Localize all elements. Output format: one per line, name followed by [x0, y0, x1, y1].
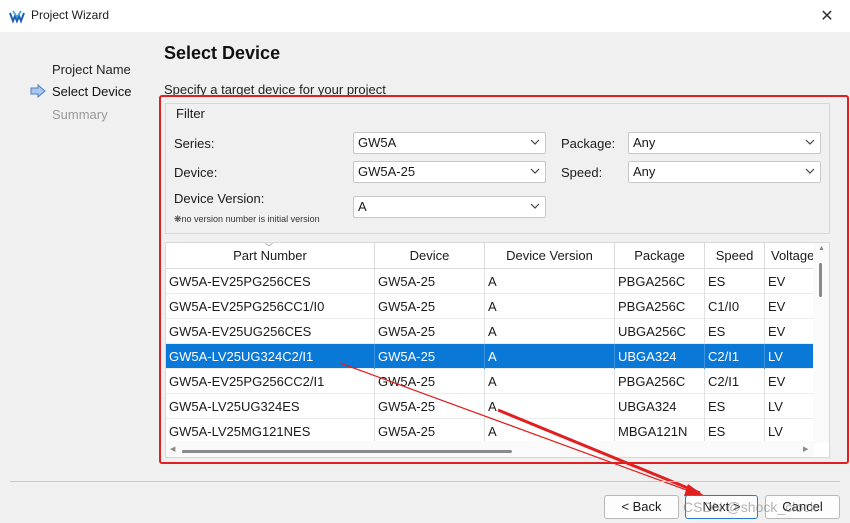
page-subtitle: Specify a target device for your project	[164, 82, 386, 97]
gowin-logo-icon	[9, 10, 25, 24]
table-row[interactable]: GW5A-EV25PG256CC1/I0 GW5A-25 A PBGA256C …	[166, 294, 814, 319]
package-label: Package:	[561, 136, 616, 151]
cell-package: PBGA256C	[615, 294, 705, 319]
cell-device-version: A	[485, 344, 615, 369]
cell-speed: C2/I1	[705, 344, 765, 369]
cell-device-version: A	[485, 294, 615, 319]
cell-speed: ES	[705, 319, 765, 344]
title-bar: Project Wizard ✕	[0, 0, 850, 32]
speed-select[interactable]: Any	[628, 161, 821, 183]
cell-device-version: A	[485, 369, 615, 394]
cell-speed: C1/I0	[705, 294, 765, 319]
package-select[interactable]: Any	[628, 132, 821, 154]
scroll-up-icon[interactable]: ▲	[818, 245, 825, 252]
cell-voltage: EV	[765, 269, 814, 294]
cell-device: GW5A-25	[375, 394, 485, 419]
column-header-package[interactable]: Package	[615, 243, 705, 269]
horizontal-scrollbar[interactable]: ◀ ▶	[166, 441, 814, 457]
cell-device: GW5A-25	[375, 294, 485, 319]
watermark: CSDN @shock_clock	[683, 499, 818, 515]
device-label: Device:	[174, 165, 218, 180]
chevron-down-icon	[805, 139, 815, 145]
step-select-device: Select Device	[52, 84, 132, 99]
cell-package: UBGA324	[615, 344, 705, 369]
device-select[interactable]: GW5A-25	[353, 161, 546, 183]
table-row[interactable]: GW5A-EV25PG256CC2/I1 GW5A-25 A PBGA256C …	[166, 369, 814, 394]
footer-divider	[10, 481, 840, 482]
cell-device: GW5A-25	[375, 269, 485, 294]
cell-voltage: EV	[765, 319, 814, 344]
step-project-name: Project Name	[52, 62, 131, 77]
cell-voltage: LV	[765, 344, 814, 369]
scroll-right-icon[interactable]: ▶	[803, 445, 808, 453]
table-row-selected[interactable]: GW5A-LV25UG324C2/I1 GW5A-25 A UBGA324 C2…	[166, 344, 814, 369]
filter-group: Filter Series: GW5A Package: Any Device:…	[165, 103, 830, 234]
column-header-speed[interactable]: Speed	[705, 243, 765, 269]
vertical-scroll-thumb[interactable]	[819, 263, 822, 297]
series-select[interactable]: GW5A	[353, 132, 546, 154]
cell-package: PBGA256C	[615, 369, 705, 394]
cell-voltage: EV	[765, 369, 814, 394]
table-row[interactable]: GW5A-LV25UG324ES GW5A-25 A UBGA324 ES LV	[166, 394, 814, 419]
page-title: Select Device	[164, 43, 281, 63]
device-version-select[interactable]: A	[353, 196, 546, 218]
cell-voltage: EV	[765, 294, 814, 319]
cell-device: GW5A-25	[375, 344, 485, 369]
vertical-scrollbar[interactable]: ▲	[813, 243, 829, 443]
table-row[interactable]: GW5A-EV25UG256CES GW5A-25 A UBGA256C ES …	[166, 319, 814, 344]
cell-device-version: A	[485, 319, 615, 344]
cell-device-version: A	[485, 394, 615, 419]
cell-speed: ES	[705, 394, 765, 419]
speed-select-value: Any	[633, 164, 656, 179]
table-row[interactable]: GW5A-EV25PG256CES GW5A-25 A PBGA256C ES …	[166, 269, 814, 294]
speed-label: Speed:	[561, 165, 603, 180]
series-label: Series:	[174, 136, 215, 151]
device-select-value: GW5A-25	[358, 164, 416, 179]
device-version-label: Device Version:	[174, 191, 265, 206]
chevron-down-icon	[530, 168, 540, 174]
close-window-button[interactable]: ✕	[804, 0, 850, 32]
series-select-value: GW5A	[358, 135, 397, 150]
cell-part-number: GW5A-EV25UG256CES	[166, 319, 375, 344]
cell-device: GW5A-25	[375, 319, 485, 344]
cell-package: PBGA256C	[615, 269, 705, 294]
cell-part-number: GW5A-LV25UG324C2/I1	[166, 344, 375, 369]
chevron-down-icon	[530, 139, 540, 145]
column-header-part-number[interactable]: Part Number	[166, 243, 375, 269]
cell-device: GW5A-25	[375, 369, 485, 394]
window-title: Project Wizard	[31, 8, 110, 22]
cell-package: UBGA324	[615, 394, 705, 419]
column-header-device-version[interactable]: Device Version	[485, 243, 615, 269]
cell-speed: ES	[705, 269, 765, 294]
table-header: ﹀ Part Number Device Device Version Pack…	[166, 243, 815, 269]
column-header-device[interactable]: Device	[375, 243, 485, 269]
cell-voltage: LV	[765, 394, 814, 419]
column-header-voltage[interactable]: Voltage	[765, 243, 815, 269]
cell-device-version: A	[485, 269, 615, 294]
step-summary: Summary	[52, 107, 108, 122]
scroll-left-icon[interactable]: ◀	[170, 445, 175, 453]
cell-part-number: GW5A-LV25UG324ES	[166, 394, 375, 419]
cell-part-number: GW5A-EV25PG256CC2/I1	[166, 369, 375, 394]
current-step-arrow-icon	[30, 84, 46, 98]
package-select-value: Any	[633, 135, 656, 150]
cell-part-number: GW5A-EV25PG256CC1/I0	[166, 294, 375, 319]
filter-legend: Filter	[175, 106, 206, 121]
device-version-select-value: A	[358, 199, 367, 214]
close-icon: ✕	[820, 8, 834, 25]
cell-package: UBGA256C	[615, 319, 705, 344]
back-button[interactable]: < Back	[604, 495, 679, 519]
cell-part-number: GW5A-EV25PG256CES	[166, 269, 375, 294]
cell-speed: C2/I1	[705, 369, 765, 394]
horizontal-scroll-thumb[interactable]	[182, 450, 512, 453]
chevron-down-icon	[530, 203, 540, 209]
device-version-note: ❋no version number is initial version	[174, 214, 320, 224]
chevron-down-icon	[805, 168, 815, 174]
device-table: ﹀ Part Number Device Device Version Pack…	[165, 242, 830, 458]
